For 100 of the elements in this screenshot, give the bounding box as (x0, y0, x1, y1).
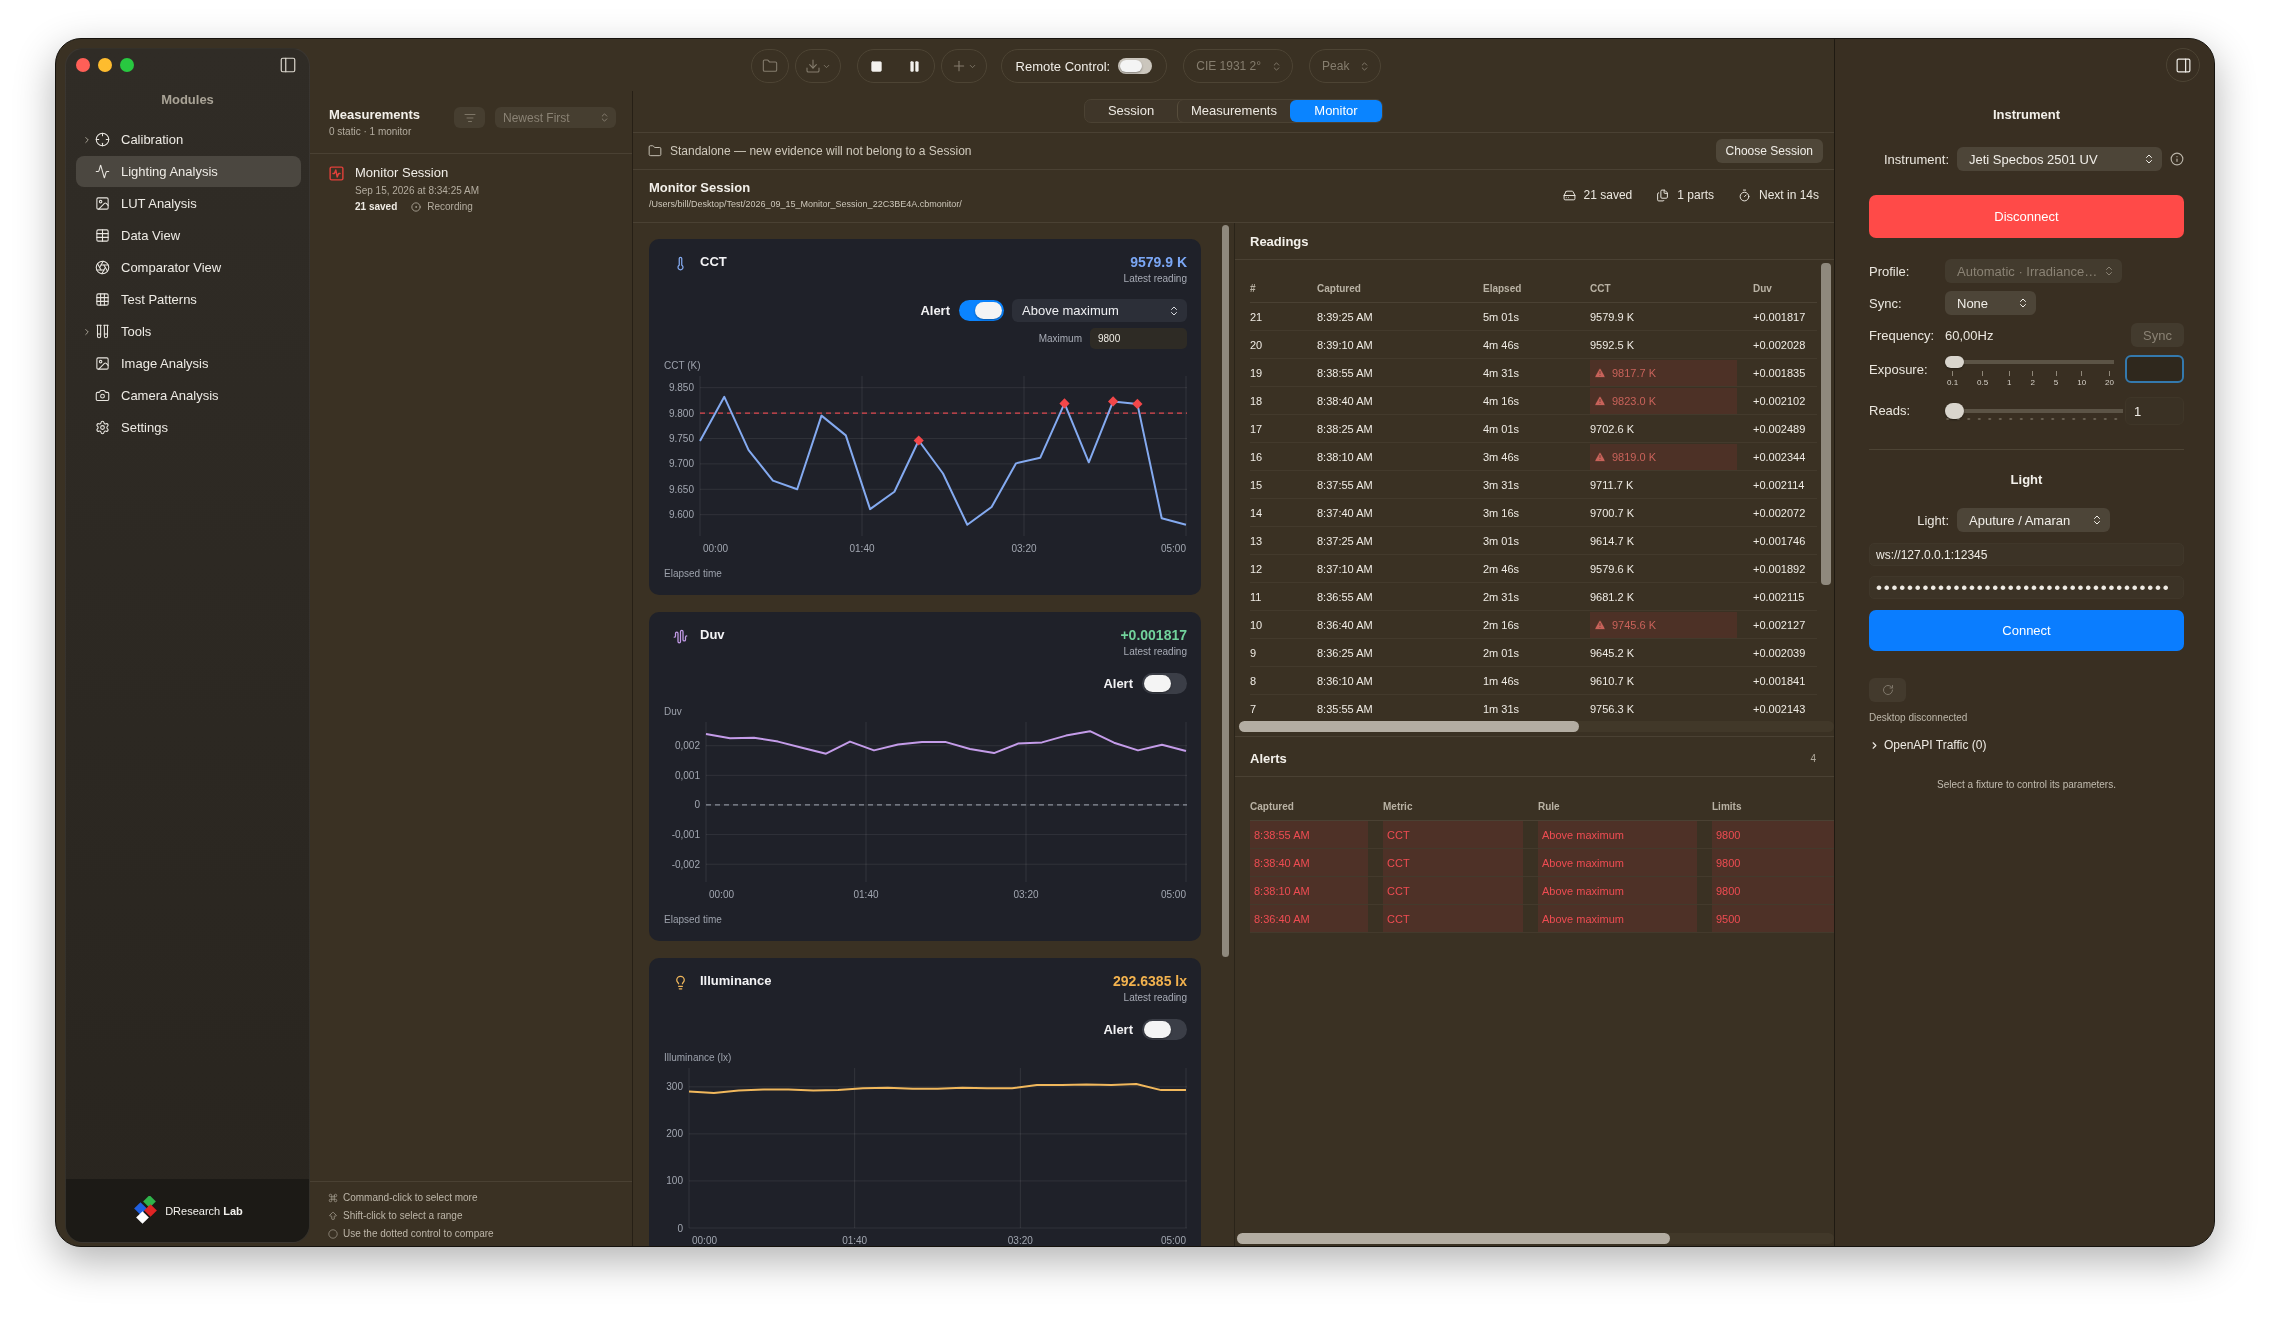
table-cell: +0.002114 (1753, 478, 1805, 491)
table-cell: +0.002028 (1753, 338, 1806, 351)
table-cell: 1m 46s (1483, 674, 1520, 687)
table-cell: 9819.0 K (1612, 450, 1657, 463)
sidebar-item[interactable]: Lighting Analysis (76, 156, 301, 187)
slider-tick-label: 5 (2053, 371, 2059, 387)
table-cell: 16 (1250, 450, 1263, 463)
table-icon (95, 228, 110, 243)
light-select[interactable]: Aputure / Amaran (1957, 508, 2110, 532)
chevrons-icon (2091, 514, 2103, 526)
sidebar-item[interactable]: Comparator View (76, 252, 301, 283)
axis-tick-label: 9.750 (668, 433, 694, 444)
table-cell: 9756.3 K (1590, 702, 1635, 715)
axis-tick-label: -0,001 (671, 829, 700, 841)
table-cell: 9579.9 K (1590, 310, 1635, 323)
axis-tick-label: 00:00 (709, 889, 735, 900)
table-cell: 9702.6 K (1590, 422, 1635, 435)
instrument-select[interactable]: Jeti Specbos 2501 UV (1957, 147, 2162, 171)
scrollbar-thumb[interactable] (1222, 225, 1229, 957)
sidebar-item[interactable]: Test Patterns (76, 284, 301, 315)
minimize-button[interactable] (98, 58, 112, 72)
table-cell: 8:35:55 AM (1317, 702, 1373, 715)
sidebar-item[interactable]: Image Analysis (76, 348, 301, 379)
table-cell: 8:37:25 AM (1317, 534, 1373, 547)
table-cell: 8:38:10 AM (1250, 877, 1368, 904)
url-field[interactable]: ws://127.0.0.1:12345 (1869, 543, 2184, 566)
section-heading: Instrument (1991, 107, 2062, 123)
table-cell: Above maximum (1538, 905, 1697, 932)
latest-value: 292.6385 lx (1113, 972, 1187, 990)
table-cell: 8 (1250, 674, 1257, 687)
remote-control-label: Remote Control: (1015, 58, 1111, 74)
field-value: 1 (2134, 403, 2142, 419)
section-heading: Light (2009, 472, 2044, 488)
zoom-button[interactable] (120, 58, 134, 72)
table-cell: 14 (1250, 506, 1263, 519)
disclosure-toggle[interactable]: OpenAPI Traffic (0) (1869, 738, 1987, 752)
sidebar-item[interactable]: Settings (76, 412, 301, 443)
warning-icon (1594, 618, 1606, 631)
close-button[interactable] (76, 58, 90, 72)
rule-select[interactable]: Above maximum (1012, 299, 1187, 322)
table-cell: Above maximum (1538, 849, 1697, 876)
remote-control-toggle[interactable] (1118, 58, 1153, 74)
segment-tab[interactable]: Session (1085, 99, 1177, 122)
table-cell: 3m 16s (1483, 506, 1520, 519)
axis-tick-label: 03:20 (1013, 889, 1039, 900)
sidebar-item[interactable]: Camera Analysis (76, 380, 301, 411)
panel-title: Measurements (329, 107, 421, 122)
sidebar-item[interactable]: Data View (76, 220, 301, 251)
axis-tick-label: 100 (666, 1175, 683, 1187)
password-field[interactable]: •••••••••••••••••••••••••••••••••••••• (1869, 576, 2184, 599)
info-icon[interactable] (2170, 152, 2184, 166)
choose-session-button[interactable]: Choose Session (1715, 139, 1823, 163)
alert-toggle[interactable] (1142, 673, 1187, 694)
slider-thumb[interactable] (1945, 356, 1964, 368)
axis-tick-label: 9.800 (668, 407, 694, 419)
table-cell: 8:38:55 AM (1250, 821, 1368, 848)
number-field[interactable] (2125, 355, 2184, 383)
table-cell: 2m 01s (1483, 646, 1520, 659)
column-header: Captured (1250, 801, 1295, 812)
table-cell: 9700.7 K (1590, 506, 1635, 519)
table-cell: CCT (1383, 877, 1523, 904)
alert-toggle[interactable] (959, 300, 1004, 321)
scrollbar-thumb[interactable] (1821, 263, 1831, 585)
download-icon (804, 58, 821, 74)
aperture-icon (95, 260, 110, 275)
column-header: Limits (1712, 801, 1743, 812)
sidebar-item[interactable]: Calibration (76, 124, 301, 155)
alert-label: Alert (1103, 1022, 1133, 1037)
connect-button[interactable]: Connect (1869, 610, 2184, 651)
axis-tick-label: 03:20 (1007, 1235, 1033, 1246)
section-title: Alerts (1250, 751, 1287, 766)
measurement-list-item[interactable]: Monitor Session Sep 15, 2026 at 8:34:25 AM 21 saved Recording (318, 162, 624, 216)
segment-tab[interactable]: Monitor (1290, 99, 1382, 122)
scrollbar-thumb[interactable] (1237, 1233, 1670, 1244)
table-cell: 8:36:40 AM (1250, 905, 1368, 932)
table-cell: +0.002115 (1753, 590, 1805, 603)
number-field[interactable]: 1 (2125, 397, 2184, 425)
crosshair-icon (95, 132, 110, 147)
chevrons-icon (1168, 304, 1180, 317)
table-cell: 8:36:40 AM (1317, 618, 1373, 631)
dropdown[interactable]: None (1945, 291, 2036, 315)
table-cell: 18 (1250, 394, 1263, 407)
table-cell: +0.002143 (1753, 702, 1806, 715)
grid-icon (95, 292, 110, 307)
slider-thumb[interactable] (1945, 403, 1964, 419)
table-cell: +0.001892 (1753, 562, 1806, 575)
alert-label: Alert (1103, 676, 1133, 691)
table-cell: +0.001817 (1753, 310, 1806, 323)
table-cell: CCT (1383, 821, 1523, 848)
axis-tick-label: 01:40 (849, 543, 875, 554)
alert-toggle[interactable] (1142, 1019, 1187, 1040)
sidebar-item[interactable]: Tools (76, 316, 301, 347)
axis-tick-label: 9.600 (668, 509, 694, 521)
axis-tick-label: 0 (694, 799, 700, 811)
scrollbar-thumb[interactable] (1239, 721, 1579, 732)
lightbulb-icon (673, 975, 688, 990)
limit-field[interactable]: 9800 (1090, 328, 1187, 349)
segment-tab[interactable]: Measurements (1177, 99, 1290, 122)
table-cell: 20 (1250, 338, 1263, 351)
sidebar-item[interactable]: LUT Analysis (76, 188, 301, 219)
